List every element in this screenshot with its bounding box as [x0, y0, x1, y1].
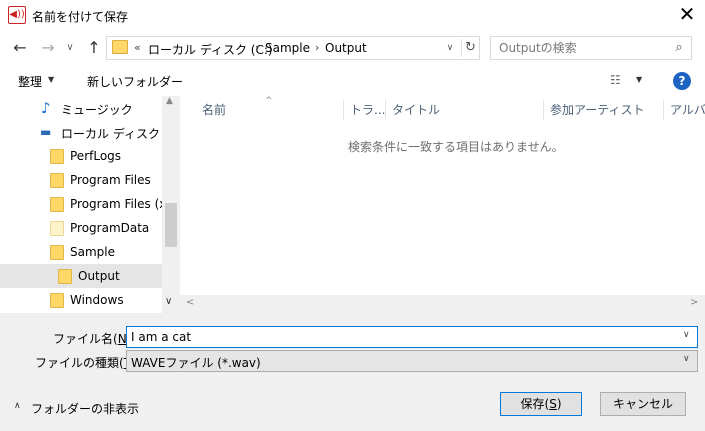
chevron-down-icon[interactable]: ∨	[683, 354, 690, 364]
nav-item-perflogs[interactable]: PerfLogs	[0, 144, 162, 168]
column-header-label: トラ...	[350, 103, 386, 117]
scrollbar-thumb[interactable]	[165, 203, 177, 247]
forward-button[interactable]: →	[38, 38, 58, 58]
filetype-label: ファイルの種類(T):	[35, 354, 140, 371]
folder-icon	[50, 149, 64, 164]
scroll-down-icon[interactable]: ∨	[165, 296, 172, 307]
nav-item-label: Output	[78, 269, 120, 283]
folder-icon	[50, 197, 64, 212]
search-icon[interactable]: ⌕	[671, 40, 687, 56]
folder-icon	[50, 173, 64, 188]
drive-icon: ▬	[40, 125, 52, 139]
chevron-down-icon[interactable]: ▼	[636, 75, 642, 84]
back-button[interactable]: ←	[10, 38, 30, 58]
breadcrumb-item-sample[interactable]: Sample	[265, 41, 310, 55]
filetype-selected-value: WAVEファイル (*.wav)	[131, 356, 261, 370]
scroll-left-icon[interactable]: <	[186, 297, 194, 308]
folder-icon	[50, 293, 64, 308]
filetype-label-text: ファイルの種類(	[35, 356, 124, 370]
address-bar[interactable]: « ローカル ディスク (C:) › Sample › Output ∨ ↻	[106, 36, 480, 60]
breadcrumb-overflow[interactable]: «	[134, 41, 141, 54]
nav-item-music[interactable]: ♪ ミュージック	[0, 96, 162, 120]
refresh-button[interactable]: ↻	[461, 39, 479, 57]
help-icon[interactable]: ?	[673, 72, 691, 90]
organize-button[interactable]: 整理	[18, 73, 42, 90]
folder-icon	[50, 245, 64, 260]
scroll-right-icon[interactable]: >	[690, 297, 698, 308]
nav-item-label: Program Files	[70, 173, 151, 187]
breadcrumb-item-local-disk[interactable]: ローカル ディスク (C:)	[148, 41, 273, 58]
column-header-label: アルバム	[670, 103, 705, 117]
address-dropdown-button[interactable]: ∨	[443, 40, 457, 56]
nav-item-label: ProgramData	[70, 221, 150, 235]
nav-item-label: PerfLogs	[70, 149, 122, 163]
navigation-pane[interactable]: ♪ ミュージック ▬ ローカル ディスク (C:) PerfLogs Progr…	[0, 96, 180, 313]
breadcrumb-separator[interactable]: ›	[255, 41, 259, 54]
nav-item-output[interactable]: Output	[0, 264, 162, 288]
window-title: 名前を付けて保存	[32, 10, 129, 24]
new-folder-button[interactable]: 新しいフォルダー	[87, 73, 183, 90]
column-header-label: 名前	[202, 103, 227, 117]
filename-combobox[interactable]: ∨	[126, 326, 698, 348]
column-header-track[interactable]: トラ...	[344, 100, 386, 120]
filename-label-text: ファイル名(	[53, 332, 118, 346]
nav-item-label: Program Files (x86)	[70, 197, 162, 211]
column-header-label: タイトル	[392, 103, 441, 117]
chevron-down-icon[interactable]: ∨	[683, 330, 690, 340]
sort-ascending-icon: ^	[265, 96, 273, 106]
title-bar: ◀)) 名前を付けて保存 ✕	[0, 0, 705, 31]
column-header-title[interactable]: タイトル	[386, 100, 544, 120]
nav-item-program-files[interactable]: Program Files	[0, 168, 162, 192]
save-button-suffix: )	[556, 397, 562, 411]
breadcrumb-item-output[interactable]: Output	[325, 41, 367, 55]
view-options-icon[interactable]: ☷	[610, 73, 628, 87]
hide-folders-button[interactable]: フォルダーの非表示	[31, 400, 139, 417]
recent-locations-button[interactable]: ∨	[63, 38, 77, 58]
nav-item-windows[interactable]: Windows	[0, 288, 162, 312]
close-button[interactable]: ✕	[672, 2, 702, 28]
nav-item-sample[interactable]: Sample	[0, 240, 162, 264]
nav-item-label: Windows	[70, 293, 124, 307]
horizontal-scrollbar[interactable]: < >	[180, 295, 705, 313]
filename-label: ファイル名(N):	[53, 330, 135, 347]
music-icon: ♪	[41, 99, 51, 117]
folder-icon	[112, 40, 128, 54]
nav-item-label: Sample	[70, 245, 115, 259]
toolbar: 整理 ▼ 新しいフォルダー ☷ ▼ ?	[0, 66, 705, 96]
breadcrumb-separator[interactable]: ›	[315, 41, 319, 54]
folder-icon	[58, 269, 72, 284]
scroll-up-icon[interactable]: ▲	[166, 96, 173, 106]
filename-input[interactable]	[131, 330, 671, 344]
cancel-button[interactable]: キャンセル	[600, 392, 686, 416]
column-header-album[interactable]: アルバム	[664, 100, 705, 120]
column-header-artist[interactable]: 参加アーティスト	[544, 100, 664, 120]
speaker-icon: ◀))	[8, 6, 26, 24]
folder-icon	[50, 221, 64, 236]
save-button-accesskey: S	[549, 397, 557, 411]
nav-item-local-disk[interactable]: ▬ ローカル ディスク (C:)	[0, 120, 180, 144]
save-button[interactable]: 保存(S)	[500, 392, 582, 416]
nav-scrollbar[interactable]: ▲ ∨	[162, 96, 180, 313]
nav-item-program-files-x86[interactable]: Program Files (x86)	[0, 192, 162, 216]
file-list[interactable]: 名前 ^ トラ... タイトル 参加アーティスト アルバム 検索条件に一致する項…	[180, 96, 705, 313]
filetype-select[interactable]: WAVEファイル (*.wav) ∨	[126, 350, 698, 372]
nav-item-label: ミュージック	[61, 103, 133, 117]
column-header-label: 参加アーティスト	[550, 103, 645, 117]
empty-message: 検索条件に一致する項目はありません。	[348, 140, 564, 154]
save-button-label: 保存(	[520, 397, 550, 411]
up-button[interactable]: ↑	[84, 38, 104, 58]
search-input[interactable]	[499, 41, 669, 55]
chevron-up-icon[interactable]: ∧	[14, 401, 21, 411]
search-box[interactable]: ⌕	[490, 36, 692, 60]
chevron-down-icon[interactable]: ▼	[48, 75, 54, 84]
save-form: ファイル名(N): ∨ ファイルの種類(T): WAVEファイル (*.wav)…	[0, 313, 705, 431]
nav-item-programdata[interactable]: ProgramData	[0, 216, 162, 240]
